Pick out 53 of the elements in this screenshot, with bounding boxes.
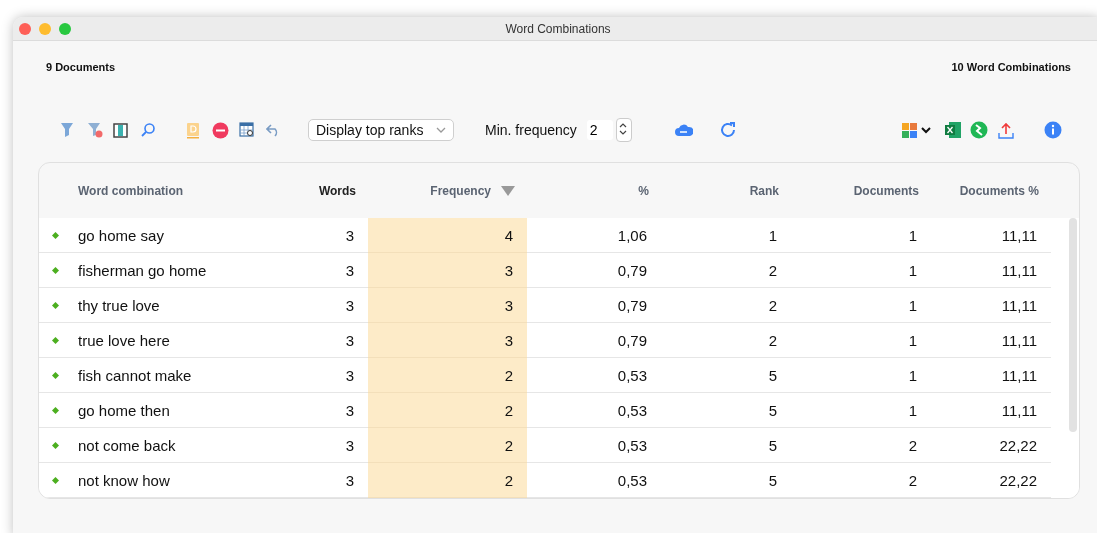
column-header[interactable]: Documents % xyxy=(931,183,1051,198)
diamond-icon xyxy=(51,441,59,449)
diamond-icon xyxy=(51,301,59,309)
min-frequency-field[interactable]: 2 xyxy=(586,120,613,140)
table-search-icon[interactable] xyxy=(239,122,255,138)
table-cell: 3 xyxy=(368,253,527,288)
upload-icon[interactable] xyxy=(997,121,1014,139)
table-cell: 3 xyxy=(368,323,527,358)
remove-icon[interactable] xyxy=(212,121,229,139)
document-count: 9 Documents xyxy=(46,61,116,73)
table-cell: not know how xyxy=(71,463,291,498)
chevron-icon xyxy=(436,126,446,134)
min-frequency-label: Min. frequency xyxy=(485,122,577,138)
table-cell: 3 xyxy=(368,288,527,323)
column-header[interactable]: Frequency xyxy=(368,183,527,198)
frequency-stepper[interactable] xyxy=(615,118,632,142)
display-mode-dropdown[interactable]: Display top ranks xyxy=(308,119,454,141)
filter-remove-icon[interactable] xyxy=(87,122,103,138)
info-icon[interactable] xyxy=(1043,121,1062,139)
combination-count: 10 Word Combinations xyxy=(951,61,1071,73)
column-header[interactable]: % xyxy=(527,183,661,198)
table-cell: 4 xyxy=(368,218,527,253)
diamond-icon xyxy=(51,406,59,414)
spreadsheet-icon[interactable] xyxy=(943,121,962,139)
column-header[interactable]: Documents xyxy=(791,183,931,198)
table-cell: 5 xyxy=(661,463,791,498)
diamond-icon xyxy=(51,231,59,239)
puzzle-dropdown-icon[interactable] xyxy=(900,121,933,139)
diamond-icon xyxy=(51,371,59,379)
filter-icon[interactable] xyxy=(60,122,74,138)
cloud-icon[interactable] xyxy=(673,123,693,137)
diamond-icon xyxy=(51,266,59,274)
column-header[interactable]: Words xyxy=(291,183,368,198)
table-cell: 2 xyxy=(368,428,527,463)
window-title: Word Combinations xyxy=(505,21,611,36)
close-button[interactable] xyxy=(19,22,31,35)
refresh-icon[interactable] xyxy=(718,121,737,139)
column-header[interactable]: Rank xyxy=(661,183,791,198)
table-cell: 2 xyxy=(368,358,527,393)
diamond-icon xyxy=(51,336,59,344)
table-cell: 2 xyxy=(368,393,527,428)
table-cell: 2 xyxy=(791,463,931,498)
table-cell: 2 xyxy=(368,463,527,498)
columns-icon[interactable] xyxy=(113,122,128,138)
sort-descending-icon xyxy=(501,185,515,196)
zoom-button[interactable] xyxy=(59,22,71,35)
diamond-icon xyxy=(51,476,59,484)
table-cell: 22,22 xyxy=(931,463,1051,498)
search-icon[interactable] xyxy=(140,122,156,138)
column-header[interactable]: Word combination xyxy=(71,183,291,198)
table-cell: 0,53 xyxy=(527,463,661,498)
scrollbar[interactable] xyxy=(1069,218,1077,432)
document-icon[interactable] xyxy=(186,121,200,139)
